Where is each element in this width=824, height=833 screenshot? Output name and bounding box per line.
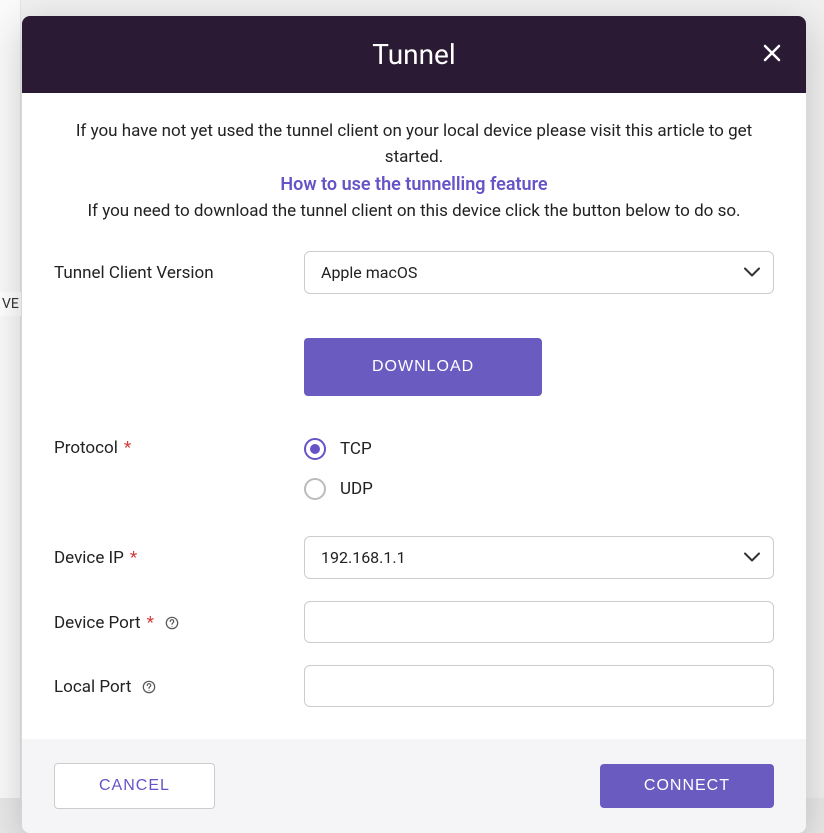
protocol-option-tcp[interactable]: TCP — [304, 438, 774, 460]
download-button[interactable]: DOWNLOAD — [304, 338, 542, 396]
intro-text-2: If you need to download the tunnel clien… — [54, 199, 774, 225]
required-marker: * — [147, 613, 154, 633]
client-version-label: Tunnel Client Version — [54, 261, 304, 283]
cancel-button[interactable]: CANCEL — [54, 763, 215, 809]
intro-block: If you have not yet used the tunnel clie… — [54, 119, 774, 225]
protocol-label: Protocol * — [54, 436, 304, 458]
tunnel-modal: Tunnel If you have not yet used the tunn… — [22, 16, 806, 833]
help-icon[interactable] — [164, 615, 180, 631]
client-version-row: Tunnel Client Version Apple macOS — [54, 251, 774, 294]
device-ip-label: Device IP * — [54, 546, 304, 568]
intro-text-1: If you have not yet used the tunnel clie… — [54, 119, 774, 170]
close-icon — [762, 43, 782, 67]
client-version-select[interactable]: Apple macOS — [304, 251, 774, 294]
modal-footer: CANCEL CONNECT — [22, 739, 806, 833]
modal-body: If you have not yet used the tunnel clie… — [22, 93, 806, 739]
modal-title: Tunnel — [372, 38, 455, 71]
device-ip-row: Device IP * 192.168.1.1 — [54, 536, 774, 579]
required-marker: * — [130, 548, 137, 568]
device-ip-value: 192.168.1.1 — [304, 536, 774, 579]
radio-icon — [304, 478, 326, 500]
local-port-row: Local Port — [54, 665, 774, 707]
protocol-row: Protocol * TCP UDP — [54, 436, 774, 500]
device-port-input[interactable] — [304, 601, 774, 643]
help-icon[interactable] — [141, 679, 157, 695]
device-port-row: Device Port * — [54, 601, 774, 643]
tunnelling-help-link[interactable]: How to use the tunnelling feature — [54, 174, 774, 195]
connect-button[interactable]: CONNECT — [600, 764, 774, 808]
local-port-input[interactable] — [304, 665, 774, 707]
device-ip-select[interactable]: 192.168.1.1 — [304, 536, 774, 579]
radio-icon — [304, 438, 326, 460]
protocol-radio-group: TCP UDP — [304, 436, 774, 500]
local-port-label: Local Port — [54, 675, 304, 697]
close-button[interactable] — [760, 43, 784, 67]
modal-header: Tunnel — [22, 16, 806, 93]
client-version-value: Apple macOS — [304, 251, 774, 294]
protocol-tcp-label: TCP — [340, 439, 372, 459]
download-row: DOWNLOAD — [54, 316, 774, 414]
required-marker: * — [124, 438, 131, 458]
backdrop-partial-text: VE — [0, 292, 21, 316]
device-port-label: Device Port * — [54, 611, 304, 633]
protocol-option-udp[interactable]: UDP — [304, 478, 774, 500]
protocol-udp-label: UDP — [340, 479, 373, 499]
